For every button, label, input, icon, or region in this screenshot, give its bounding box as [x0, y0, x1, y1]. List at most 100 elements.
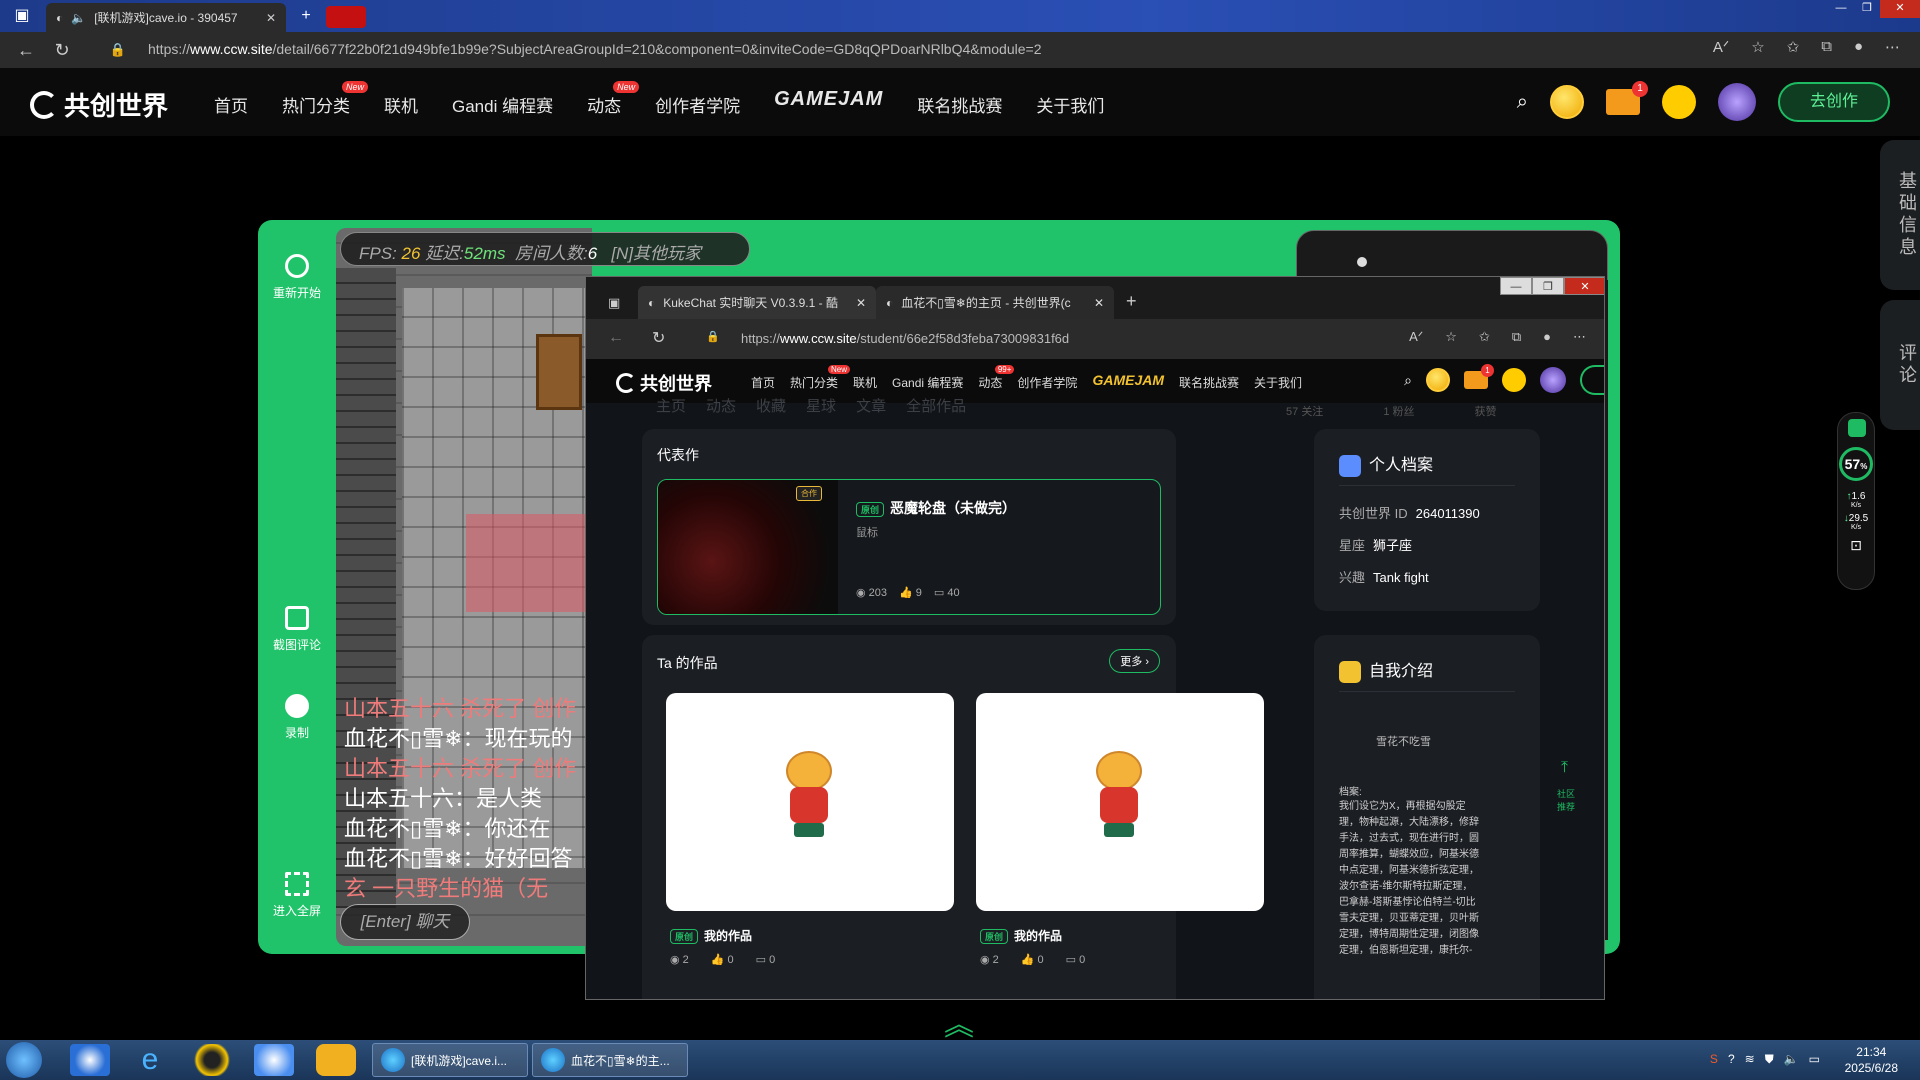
more-works-button[interactable]: 更多 › — [1109, 649, 1160, 673]
restore-icon[interactable]: ❐ — [1854, 0, 1880, 18]
inner-url-field[interactable]: https://www.ccw.site/student/66e2f58d3fe… — [741, 331, 1069, 346]
camera-icon[interactable]: ⊡ — [1838, 537, 1874, 554]
start-button-icon[interactable] — [6, 1042, 42, 1078]
inner-collections-icon[interactable]: ⧉ — [1512, 329, 1521, 345]
inner-more-icon[interactable]: ⋯ — [1573, 329, 1586, 345]
inner-nav-challenge[interactable]: 联名挑战赛 — [1179, 374, 1239, 391]
profile-tab[interactable]: 收藏 — [756, 395, 786, 416]
wifi-icon[interactable]: ≋ — [1745, 1052, 1755, 1067]
read-aloud-icon[interactable]: Aᐟ — [1713, 38, 1729, 56]
game-chat-input[interactable]: [Enter] 聊天 — [340, 904, 470, 940]
inner-favorites-icon[interactable]: ✩ — [1479, 329, 1490, 345]
browser-tab-active[interactable]: ◐ 🔈 [联机游戏]cave.io - 390457 ✕ — [46, 3, 286, 32]
close-tab-icon[interactable]: ✕ — [1094, 296, 1104, 310]
work-card[interactable] — [666, 693, 954, 911]
profile-tab[interactable]: 动态 — [706, 395, 736, 416]
inner-search-icon[interactable]: ⌕ — [1404, 372, 1412, 389]
inner-nav-about[interactable]: 关于我们 — [1254, 374, 1302, 391]
profile-tab[interactable]: 星球 — [806, 395, 836, 416]
inner-nav-gamejam[interactable]: GAMEJAM — [1092, 372, 1164, 391]
profile-icon[interactable]: ● — [1854, 38, 1863, 56]
community-recommend-button[interactable]: 社区推荐 — [1556, 787, 1576, 813]
inner-tab-actions-icon[interactable]: ▣ — [608, 295, 620, 311]
system-clock[interactable]: 21:34 2025/6/28 — [1845, 1044, 1898, 1076]
sogou-icon[interactable]: S — [1710, 1052, 1718, 1067]
baidu-netdisk-taskbar-icon[interactable] — [254, 1044, 294, 1076]
favorite-star-icon[interactable]: ☆ — [1751, 38, 1764, 56]
tab-actions-icon[interactable]: ▣ — [12, 6, 32, 26]
restart-button[interactable]: 重新开始 — [258, 254, 336, 301]
inner-back-icon[interactable]: ← — [608, 329, 624, 347]
screenshot-comment-button[interactable]: 截图评论 — [258, 606, 336, 653]
side-tab-basic-info[interactable]: 基础信息 — [1880, 140, 1920, 290]
inner-site-logo[interactable]: 共创世界 — [616, 370, 712, 396]
work-card[interactable] — [976, 693, 1264, 911]
favorites-icon[interactable]: ✩ — [1787, 38, 1800, 56]
inner-read-aloud-icon[interactable]: Aᐟ — [1409, 329, 1423, 345]
profile-tab[interactable]: 文章 — [856, 395, 886, 416]
nav-feed[interactable]: 动态 New — [587, 81, 640, 117]
app-taskbar-icon[interactable] — [316, 1044, 356, 1076]
collections-icon[interactable]: ⧉ — [1821, 38, 1832, 56]
cool-emoji-icon[interactable] — [1662, 85, 1696, 119]
inner-cool-emoji-icon[interactable] — [1502, 368, 1526, 392]
nav-hot-categories[interactable]: 热门分类 New — [282, 81, 368, 117]
inner-create-button[interactable] — [1580, 365, 1604, 395]
close-tab-icon[interactable]: ✕ — [856, 296, 866, 310]
nav-gandi-contest[interactable]: Gandi 编程赛 — [452, 92, 553, 117]
representative-work-item[interactable]: 合作 原创 恶魔轮盘（未做完） 鼠标 ◉ 203 👍 9 ▭ 40 — [657, 479, 1161, 615]
inner-profile-icon[interactable]: ● — [1543, 329, 1551, 345]
inner-nav-home[interactable]: 首页 — [751, 374, 775, 391]
taskbar-task-profile[interactable]: 血花不▯雪❄的主... — [532, 1043, 688, 1077]
profile-tab[interactable]: 主页 — [656, 395, 686, 416]
url-field[interactable]: https://www.ccw.site/detail/6677f22b0f21… — [148, 41, 1042, 57]
mail-icon[interactable]: 1 — [1606, 81, 1648, 115]
record-button[interactable]: 录制 — [258, 694, 336, 741]
nav-online[interactable]: 联机 — [384, 92, 418, 117]
volume-icon[interactable]: 🔈 — [1784, 1052, 1799, 1067]
inner-tab-profile[interactable]: ◐ 血花不▯雪❄的主页 - 共创世界(c ✕ — [876, 286, 1114, 319]
work-thumbnail[interactable]: 合作 — [658, 480, 838, 614]
nav-joint-challenge[interactable]: 联名挑战赛 — [917, 92, 1002, 117]
search-icon[interactable]: ⌕ — [1517, 91, 1528, 114]
qq-taskbar-icon[interactable] — [192, 1044, 232, 1076]
taskbar-task-game[interactable]: [联机游戏]cave.i... — [372, 1043, 528, 1077]
security-icon[interactable]: ⛊ — [1765, 1052, 1774, 1067]
inner-nav-hot[interactable]: 热门分类 New — [790, 365, 851, 391]
inner-close-window-icon[interactable]: ✕ — [1564, 277, 1604, 295]
expand-up-icon[interactable]: ︽ — [944, 1000, 974, 1044]
inner-favorite-icon[interactable]: ☆ — [1445, 329, 1457, 345]
site-logo[interactable]: 共创世界 — [30, 86, 168, 123]
nav-home[interactable]: 首页 — [214, 92, 248, 117]
profile-tab[interactable]: 全部作品 — [906, 395, 966, 416]
side-tab-comments[interactable]: 评论 — [1880, 300, 1920, 430]
inner-minimize-icon[interactable]: — — [1500, 277, 1532, 295]
more-menu-icon[interactable]: ⋯ — [1885, 38, 1900, 56]
fullscreen-button[interactable]: 进入全屏 — [258, 872, 336, 919]
chrome-taskbar-icon[interactable] — [70, 1044, 110, 1076]
nav-gamejam-logo[interactable]: GAMEJAM — [774, 88, 883, 117]
coin-icon[interactable] — [1550, 85, 1584, 119]
scroll-top-icon[interactable]: ⤒ — [1561, 759, 1568, 777]
inner-lock-icon[interactable]: 🔒 — [706, 330, 720, 343]
new-tab-icon[interactable]: + — [296, 6, 316, 26]
inner-restore-icon[interactable]: ❐ — [1532, 277, 1564, 295]
inner-refresh-icon[interactable]: ↻ — [652, 328, 665, 348]
inner-mail-icon[interactable]: 1 — [1464, 364, 1494, 389]
inner-user-avatar[interactable] — [1540, 367, 1566, 393]
refresh-icon[interactable]: ↻ — [44, 40, 80, 61]
lock-icon[interactable]: 🔒 — [100, 42, 136, 58]
inner-nav-academy[interactable]: 创作者学院 — [1017, 374, 1077, 391]
inner-nav-feed[interactable]: 动态 99+ — [978, 365, 1015, 391]
display-icon[interactable]: ▭ — [1809, 1052, 1820, 1067]
user-avatar[interactable] — [1718, 83, 1756, 121]
speaker-icon[interactable]: 🔈 — [71, 11, 86, 25]
minimize-icon[interactable]: — — [1828, 0, 1854, 18]
close-tab-icon[interactable]: ✕ — [266, 11, 276, 25]
inner-new-tab-icon[interactable]: + — [1126, 291, 1137, 312]
inner-coin-icon[interactable] — [1426, 368, 1450, 392]
nav-about[interactable]: 关于我们 — [1036, 92, 1104, 117]
inner-nav-gandi[interactable]: Gandi 编程赛 — [892, 374, 963, 391]
ie-taskbar-icon[interactable]: e — [130, 1044, 170, 1076]
close-window-icon[interactable]: ✕ — [1880, 0, 1920, 18]
